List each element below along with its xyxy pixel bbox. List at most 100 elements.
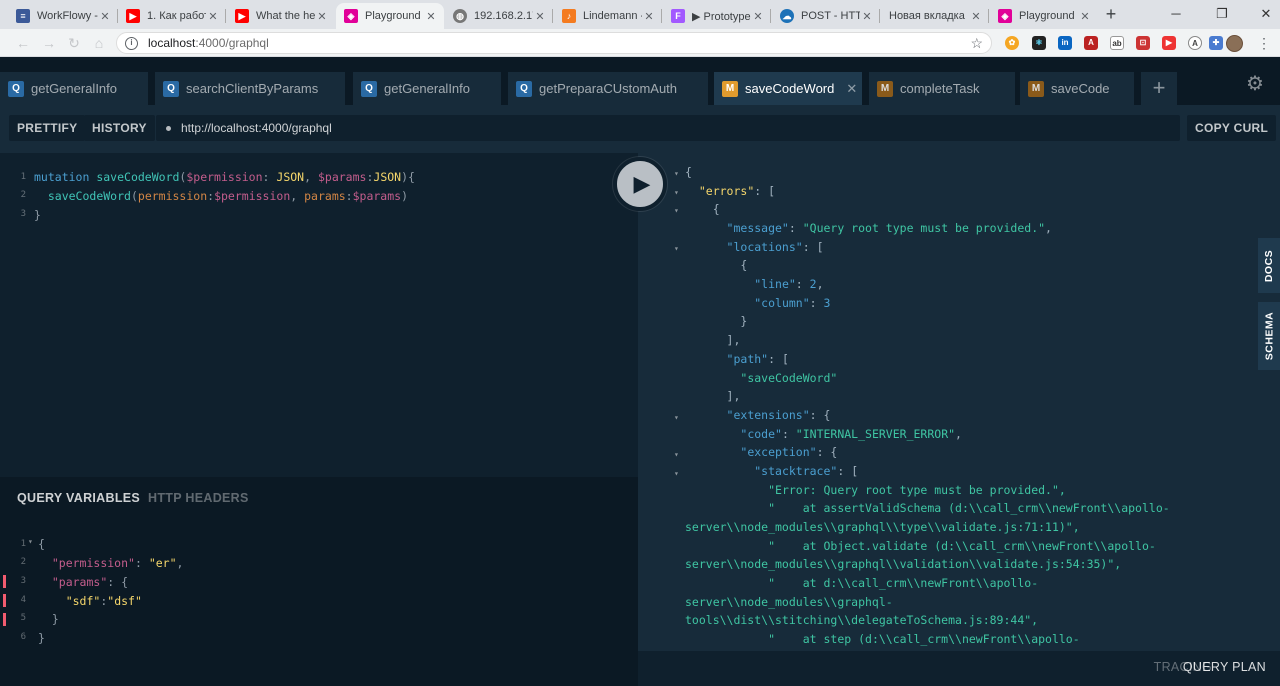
close-icon[interactable]: ✕ <box>206 10 220 23</box>
status-dot-icon <box>166 125 171 131</box>
result-line: { <box>685 258 748 272</box>
maximize-icon[interactable]: ❐ <box>1212 4 1232 24</box>
collapse-arrow-icon[interactable]: ▾ <box>674 413 679 422</box>
avatar[interactable] <box>1226 35 1243 52</box>
query-tab[interactable]: McompleteTask <box>869 72 1015 105</box>
collapse-arrow-icon[interactable]: ▾ <box>674 188 679 197</box>
browser-tab[interactable]: ▶ 1. Как работ ✕ <box>118 3 226 29</box>
settings-gear-icon[interactable]: ⚙ <box>1244 73 1266 95</box>
line-number: 3 <box>20 576 26 586</box>
query-plan-tab[interactable]: QUERY PLAN <box>1183 660 1266 674</box>
browser-tab[interactable]: ≡ WorkFlowy - ✕ <box>8 3 118 29</box>
collapse-arrow-icon[interactable]: ▾ <box>674 206 679 215</box>
dictionary-icon[interactable]: ab <box>1110 36 1124 50</box>
variables-tabs: QUERY VARIABLES HTTP HEADERS <box>17 491 249 505</box>
code-line: "params": { <box>51 575 129 589</box>
copy-curl-button[interactable]: COPY CURL <box>1187 115 1277 141</box>
browser-tab[interactable]: F ▶ Prototype ✕ <box>663 3 771 29</box>
address-bar[interactable]: i localhost:4000/graphql ☆ <box>116 32 992 54</box>
schema-tab[interactable]: SCHEMA <box>1258 302 1280 370</box>
close-icon[interactable]: ✕ <box>533 10 547 23</box>
close-icon[interactable]: ✕ <box>1078 10 1092 23</box>
query-tab[interactable]: QgetGeneralInfo <box>353 72 501 105</box>
close-icon[interactable]: ✕ <box>642 10 656 23</box>
browser-tab-active[interactable]: ◈ Playground ✕ <box>336 3 444 29</box>
query-type-icon: Q <box>516 80 532 97</box>
graphql-playground-icon: ◈ <box>998 9 1012 23</box>
browser-tab[interactable]: ♪ Lindemann - ✕ <box>554 3 662 29</box>
tab-http-headers[interactable]: HTTP HEADERS <box>148 491 249 505</box>
query-editor[interactable]: 1 2 3 mutation saveCodeWord($permission:… <box>0 153 638 477</box>
extension-icon[interactable]: ✿ <box>1005 36 1019 50</box>
site-info-icon[interactable]: i <box>125 36 138 50</box>
query-tab[interactable]: QgetGeneralInfo <box>0 72 148 105</box>
code-line: "permission": "er", <box>51 556 184 570</box>
browser-tab[interactable]: ◈ Playground ✕ <box>990 3 1098 29</box>
endpoint-input[interactable]: http://localhost:4000/graphql <box>156 115 1180 141</box>
back-icon[interactable]: ← <box>14 34 32 52</box>
code-line: } <box>38 631 45 645</box>
youtube-icon: ▶ <box>126 9 140 23</box>
query-tab[interactable]: MsaveCode <box>1020 72 1134 105</box>
result-line: "errors": [ <box>698 184 776 198</box>
close-icon[interactable]: ✕ <box>969 10 983 23</box>
tab-query-variables[interactable]: QUERY VARIABLES <box>17 491 140 505</box>
bookmark-star-icon[interactable]: ☆ <box>970 35 983 52</box>
browser-tab[interactable]: Новая вкладка ✕ <box>881 3 989 29</box>
result-line: " at Object.validate (d:\\call_crm\\newF… <box>768 539 1156 553</box>
browser-toolbar: ← → ↻ ⌂ i localhost:4000/graphql ☆ ✿ ⚛ i… <box>0 29 1280 57</box>
pdf-icon[interactable]: A <box>1084 36 1098 50</box>
screen-recorder-icon[interactable]: ⊡ <box>1136 36 1150 50</box>
browser-tab[interactable]: ☁ POST - HTTP ✕ <box>772 3 880 29</box>
query-tab[interactable]: QsearchClientByParams <box>155 72 345 105</box>
collapse-arrow-icon[interactable]: ▾ <box>674 469 679 478</box>
history-button[interactable]: HISTORY <box>84 115 155 141</box>
home-icon[interactable]: ⌂ <box>90 34 108 52</box>
code-line: } <box>34 208 41 222</box>
browser-tab[interactable]: ◍ 192.168.2.17 ✕ <box>445 3 553 29</box>
minimize-icon[interactable]: ─ <box>1166 4 1186 24</box>
docs-tab[interactable]: DOCS <box>1258 238 1280 293</box>
collapse-arrow-icon[interactable]: ▾ <box>28 537 33 546</box>
line-number: 3 <box>20 209 26 219</box>
query-tab[interactable]: QgetPreparaCUstomAuth <box>508 72 708 105</box>
result-line: ], <box>685 333 741 347</box>
mutation-type-icon: M <box>877 80 893 97</box>
video-icon[interactable]: ▶ <box>1162 36 1176 50</box>
result-line: "extensions": { <box>726 408 831 422</box>
prettify-button[interactable]: PRETTIFY <box>9 115 86 141</box>
variables-editor[interactable]: 1 2 3 4 5 6 ▾ { "permission": "er", "par… <box>0 527 638 657</box>
react-devtools-icon[interactable]: ⚛ <box>1032 36 1046 50</box>
result-line: " at assertValidSchema (d:\\call_crm\\ne… <box>768 501 1170 515</box>
result-line: "path": [ <box>726 352 789 366</box>
collapse-arrow-icon[interactable]: ▾ <box>674 244 679 253</box>
close-icon[interactable]: ✕ <box>98 10 112 23</box>
translate-icon[interactable]: A <box>1188 36 1202 50</box>
reload-icon[interactable]: ↻ <box>65 34 83 52</box>
close-icon[interactable]: ✕ <box>751 10 765 23</box>
close-tab-icon[interactable]: ✕ <box>846 81 857 97</box>
result-line: server\\node_modules\\graphql\\type\\val… <box>685 520 1080 534</box>
line-number: 4 <box>20 595 26 605</box>
close-icon[interactable]: ✕ <box>860 10 874 23</box>
forward-icon[interactable]: → <box>40 34 58 52</box>
result-footer: TRACING QUERY PLAN <box>638 651 1280 686</box>
execute-query-button[interactable]: ▶ <box>613 157 667 211</box>
query-tab-active[interactable]: MsaveCodeWord ✕ <box>714 72 862 105</box>
add-tab-button[interactable]: + <box>1141 72 1177 105</box>
result-line: " at step (d:\\call_crm\\newFront\\apoll… <box>768 632 1080 646</box>
result-line: "code": "INTERNAL_SERVER_ERROR", <box>740 427 962 441</box>
linkedin-icon[interactable]: in <box>1058 36 1072 50</box>
new-tab-button[interactable]: + <box>1101 5 1121 25</box>
close-window-icon[interactable]: ✕ <box>1256 4 1276 24</box>
menu-icon[interactable]: ⋮ <box>1257 35 1271 52</box>
close-icon[interactable]: ✕ <box>315 10 329 23</box>
extensions-puzzle-icon[interactable]: ✚ <box>1209 36 1223 50</box>
result-line: "Error: Query root type must be provided… <box>768 483 1066 497</box>
collapse-arrow-icon[interactable]: ▾ <box>674 169 679 178</box>
close-icon[interactable]: ✕ <box>424 10 438 23</box>
browser-tab[interactable]: ▶ What the he ✕ <box>227 3 335 29</box>
result-line: server\\node_modules\\graphql\\validatio… <box>685 557 1122 571</box>
collapse-arrow-icon[interactable]: ▾ <box>674 450 679 459</box>
cloud-icon: ☁ <box>780 9 794 23</box>
